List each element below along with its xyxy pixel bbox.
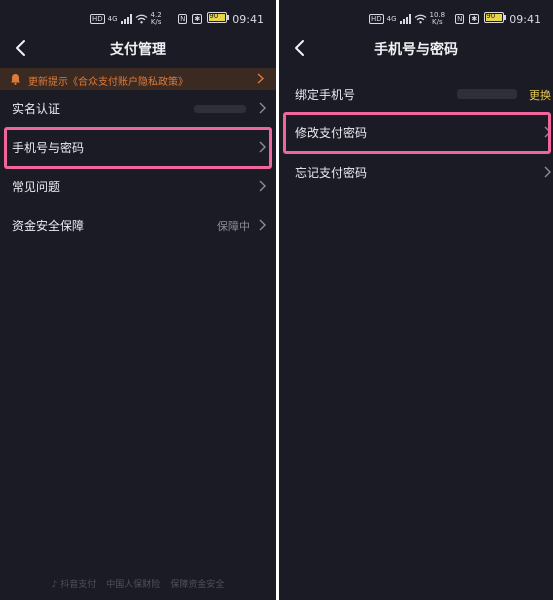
footer: ♪ 抖音支付 中国人保财险 保障资金安全 [0, 577, 276, 590]
clock: 09:41 [509, 12, 541, 26]
hd-icon: HD [369, 14, 384, 24]
nav-bar: 支付管理 [0, 34, 276, 64]
network-type: 4G [107, 14, 118, 23]
net-speed: 10.8 K/s [429, 11, 446, 26]
right-screen: HD 4G 10.8 K/s N ✱ 90 09:41 手机号与密码 绑定手机号 … [279, 0, 553, 600]
clock: 09:41 [232, 12, 264, 26]
change-phone-button[interactable]: 更换 [529, 87, 551, 103]
security-status: 保障中 [217, 220, 250, 233]
nfc-icon: N [455, 14, 465, 24]
network-status: HD 4G 10.8 K/s [369, 12, 445, 26]
highlight-box [4, 127, 272, 169]
row-label: 实名认证 [12, 102, 61, 116]
highlight-box [283, 112, 551, 154]
bluetooth-icon: ✱ [469, 14, 480, 24]
battery-icon: 90 [207, 12, 230, 26]
chevron-right-icon [257, 73, 264, 84]
network-status: HD 4G 4.2 K/s [90, 12, 162, 26]
signal-icon [120, 14, 132, 24]
row-forgot-pay-password[interactable]: 忘记支付密码 [279, 154, 553, 192]
left-screen: HD 4G 4.2 K/s N ✱ 90 09:41 支付管理 更新提示《合众支付… [0, 0, 276, 600]
row-fund-security[interactable]: 资金安全保障 保障中 [0, 207, 276, 245]
blurred-phone-number [457, 89, 517, 99]
row-real-name-verification[interactable]: 实名认证 [0, 90, 276, 128]
chevron-right-icon [544, 166, 551, 178]
status-bar: HD 4G 4.2 K/s N ✱ 90 09:41 [0, 8, 276, 32]
hd-icon: HD [90, 14, 105, 24]
nav-bar: 手机号与密码 [279, 34, 553, 64]
page-title: 支付管理 [110, 42, 166, 58]
row-label: 常见问题 [12, 180, 61, 194]
row-bound-phone: 绑定手机号 更换 [279, 76, 553, 114]
battery-icon: 90 [484, 12, 507, 26]
privacy-update-notice[interactable]: 更新提示《合众支付账户隐私政策》 [0, 68, 276, 90]
wifi-icon [414, 14, 426, 24]
row-faq[interactable]: 常见问题 [0, 168, 276, 206]
page-title: 手机号与密码 [374, 42, 458, 58]
chevron-right-icon [259, 102, 266, 114]
row-label: 忘记支付密码 [295, 166, 368, 180]
insurer-logo: 中国人保财险 [106, 580, 161, 590]
signal-icon [399, 14, 411, 24]
net-speed: 4.2 K/s [150, 11, 162, 26]
row-label: 资金安全保障 [12, 219, 85, 233]
row-label: 绑定手机号 [295, 88, 356, 102]
notice-text[interactable]: 更新提示《合众支付账户隐私政策》 [28, 73, 188, 88]
footer-tagline: 保障资金安全 [170, 580, 225, 590]
network-type: 4G [386, 14, 397, 23]
douyin-pay-logo: ♪ 抖音支付 [51, 580, 97, 590]
bluetooth-icon: ✱ [192, 14, 203, 24]
blurred-name [194, 105, 246, 113]
chevron-right-icon [259, 219, 266, 231]
nfc-icon: N [178, 14, 188, 24]
wifi-icon [135, 14, 147, 24]
bell-icon [11, 74, 20, 85]
system-status: N ✱ 90 09:41 [455, 12, 541, 26]
chevron-right-icon [259, 180, 266, 192]
system-status: N ✱ 90 09:41 [178, 12, 264, 26]
status-bar: HD 4G 10.8 K/s N ✱ 90 09:41 [279, 8, 553, 32]
